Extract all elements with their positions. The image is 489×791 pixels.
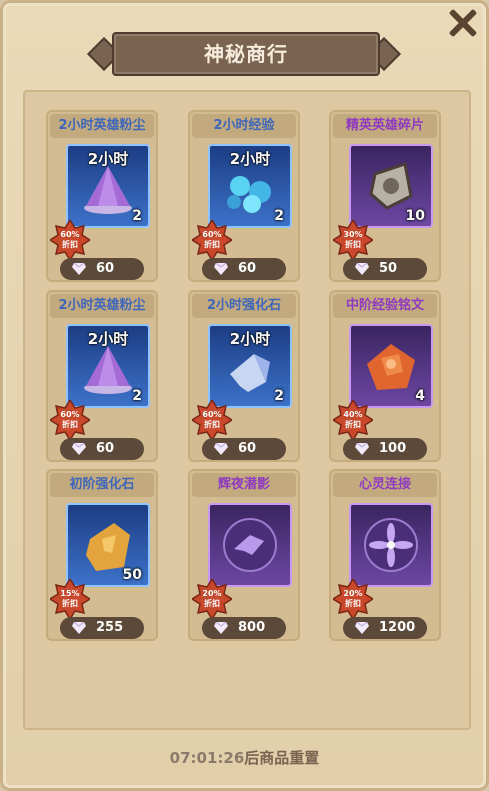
- diamond-icon: [214, 443, 228, 455]
- discount-value: 40%: [343, 410, 363, 419]
- item-name: 精英英雄碎片: [333, 114, 437, 138]
- item-icon: 2小时 2: [208, 324, 292, 408]
- discount-badge: 40% 折扣: [333, 400, 373, 440]
- buy-button[interactable]: 60: [202, 258, 286, 280]
- buy-button[interactable]: 50: [343, 258, 427, 280]
- discount-label: 折扣: [62, 420, 78, 429]
- discount-badge: 20% 折扣: [333, 579, 373, 619]
- item-price: 255: [96, 620, 124, 635]
- item-price: 60: [96, 261, 115, 276]
- buy-button[interactable]: 100: [343, 438, 427, 460]
- item-icon: 2小时 2: [208, 144, 292, 228]
- discount-value: 60%: [202, 410, 222, 419]
- discount-value: 60%: [202, 230, 222, 239]
- buy-button[interactable]: 60: [60, 258, 144, 280]
- item-price: 100: [379, 441, 407, 456]
- item-quantity: 2: [132, 208, 142, 224]
- item-name: 2小时强化石: [192, 294, 296, 318]
- item-quantity: 4: [415, 388, 425, 404]
- item-duration-label: 2小时: [229, 150, 271, 168]
- buy-button[interactable]: 60: [202, 438, 286, 460]
- discount-label: 折扣: [345, 599, 361, 608]
- item-price: 1200: [379, 620, 416, 635]
- discount-value: 60%: [60, 410, 80, 419]
- shop-item-card[interactable]: 2小时强化石 2小时 2 60% 折扣 60: [188, 290, 300, 462]
- title-bar: 神秘商行: [112, 32, 380, 76]
- diamond-icon: [72, 263, 86, 275]
- shop-item-card[interactable]: 中阶经验铭文 4 40% 折扣 100: [329, 290, 441, 462]
- buy-button[interactable]: 1200: [343, 617, 427, 639]
- item-quantity: 2: [274, 208, 284, 224]
- item-name: 2小时英雄粉尘: [50, 114, 154, 138]
- discount-badge: 20% 折扣: [192, 579, 232, 619]
- item-icon: [208, 503, 292, 587]
- title-banner: 神秘商行: [87, 28, 401, 76]
- discount-value: 20%: [343, 589, 363, 598]
- item-icon: 2小时 2: [66, 324, 150, 408]
- item-name: 2小时英雄粉尘: [50, 294, 154, 318]
- discount-label: 折扣: [204, 240, 220, 249]
- item-icon: 10: [349, 144, 433, 228]
- shop-item-card[interactable]: 心灵连接 20% 折扣 1200: [329, 469, 441, 641]
- item-price: 60: [238, 261, 257, 276]
- diamond-icon: [355, 622, 369, 634]
- discount-badge: 60% 折扣: [192, 400, 232, 440]
- item-name: 中阶经验铭文: [333, 294, 437, 318]
- shop-item-card[interactable]: 2小时经验 2小时 2 60% 折扣 60: [188, 110, 300, 282]
- diamond-icon: [355, 443, 369, 455]
- discount-badge: 60% 折扣: [192, 220, 232, 260]
- discount-value: 15%: [60, 589, 80, 598]
- item-icon: 50: [66, 503, 150, 587]
- item-icon: 4: [349, 324, 433, 408]
- diamond-icon: [214, 263, 228, 275]
- shop-item-card[interactable]: 初阶强化石 50 15% 折扣 255: [46, 469, 158, 641]
- item-icon: 2小时 2: [66, 144, 150, 228]
- buy-button[interactable]: 255: [60, 617, 144, 639]
- diamond-icon: [355, 263, 369, 275]
- page-title: 神秘商行: [204, 42, 288, 66]
- item-price: 50: [379, 261, 398, 276]
- item-duration-label: 2小时: [87, 330, 129, 348]
- item-name: 2小时经验: [192, 114, 296, 138]
- reset-timer-value: 07:01:26: [169, 749, 245, 767]
- reset-timer: 07:01:26后商品重置: [0, 747, 489, 768]
- discount-badge: 60% 折扣: [50, 400, 90, 440]
- reset-timer-suffix: 后商品重置: [244, 749, 320, 767]
- item-quantity: 50: [122, 567, 142, 583]
- item-name: 初阶强化石: [50, 473, 154, 497]
- discount-badge: 30% 折扣: [333, 220, 373, 260]
- item-duration-label: 2小时: [229, 330, 271, 348]
- item-quantity: 2: [132, 388, 142, 404]
- shop-item-card[interactable]: 2小时英雄粉尘 2小时 2 60% 折扣 60: [46, 110, 158, 282]
- discount-label: 折扣: [62, 240, 78, 249]
- item-quantity: 2: [274, 388, 284, 404]
- discount-label: 折扣: [345, 420, 361, 429]
- item-name: 辉夜潜影: [192, 473, 296, 497]
- item-icon: [349, 503, 433, 587]
- discount-badge: 60% 折扣: [50, 220, 90, 260]
- item-price: 60: [96, 441, 115, 456]
- shop-item-card[interactable]: 2小时英雄粉尘 2小时 2 60% 折扣 60: [46, 290, 158, 462]
- discount-label: 折扣: [204, 420, 220, 429]
- diamond-icon: [72, 622, 86, 634]
- buy-button[interactable]: 60: [60, 438, 144, 460]
- shop-item-card[interactable]: 精英英雄碎片 10 30% 折扣 50: [329, 110, 441, 282]
- diamond-icon: [72, 443, 86, 455]
- item-duration-label: 2小时: [87, 150, 129, 168]
- discount-label: 折扣: [62, 599, 78, 608]
- item-name: 心灵连接: [333, 473, 437, 497]
- discount-label: 折扣: [345, 240, 361, 249]
- discount-value: 60%: [60, 230, 80, 239]
- item-quantity: 10: [405, 208, 425, 224]
- discount-value: 20%: [202, 589, 222, 598]
- close-icon[interactable]: [445, 6, 479, 40]
- discount-badge: 15% 折扣: [50, 579, 90, 619]
- diamond-icon: [214, 622, 228, 634]
- discount-value: 30%: [343, 230, 363, 239]
- buy-button[interactable]: 800: [202, 617, 286, 639]
- discount-label: 折扣: [204, 599, 220, 608]
- item-price: 60: [238, 441, 257, 456]
- item-price: 800: [238, 620, 266, 635]
- shop-item-card[interactable]: 辉夜潜影 20% 折扣 800: [188, 469, 300, 641]
